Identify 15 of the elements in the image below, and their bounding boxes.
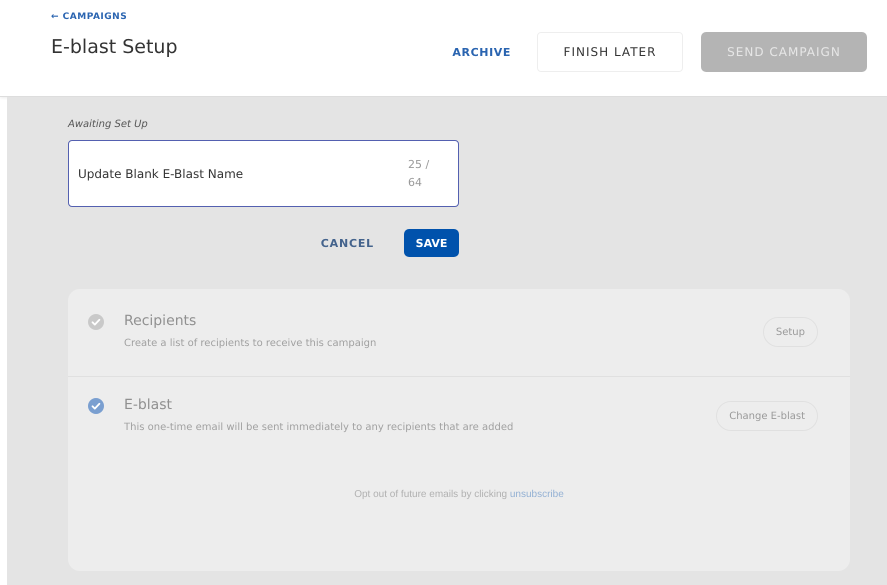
back-link[interactable]: ← CAMPAIGNS [51,12,178,22]
status-label: Awaiting Set Up [68,119,149,130]
step-title: Recipients [124,313,198,329]
field-value: Update Blank E-Blast Name [78,166,244,180]
archive-link[interactable]: ARCHIVE [452,46,511,58]
save-button[interactable]: SAVE [404,229,459,257]
name-field[interactable]: Update Blank E-Blast Name 25 / 64 [68,140,459,207]
finish-later-button[interactable]: FINISH LATER [537,32,683,72]
step-description: Create a list of recipients to receive this campaign [124,338,378,349]
step-title: E-blast [124,397,174,413]
step-description: This one-time email will be sent immediately to any recipients that are added [124,422,514,433]
page-title: E-blast Setup [51,36,178,58]
character-counter: 25 / 64 [408,156,430,190]
unsubscribe-note: Opt out of future emails by clicking unsubscribe [353,489,565,500]
cancel-button[interactable]: CANCEL [314,236,380,250]
